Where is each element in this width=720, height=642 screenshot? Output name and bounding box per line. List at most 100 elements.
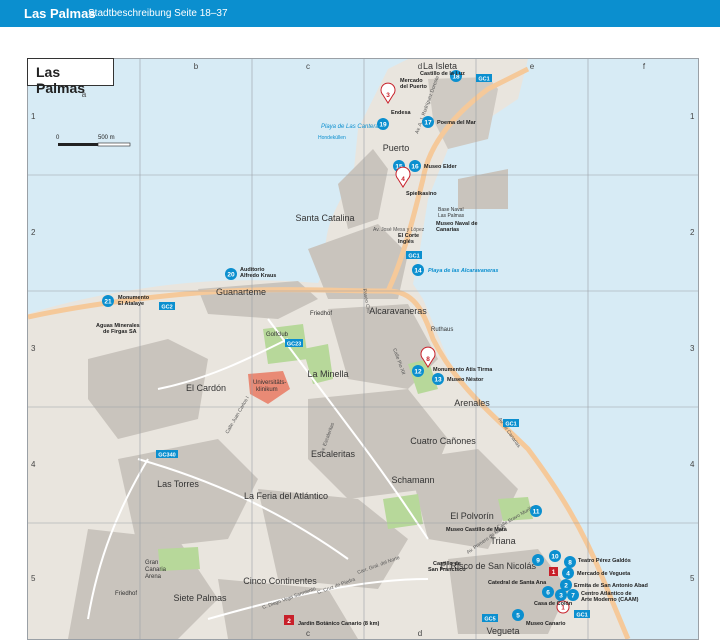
district-cinco-continentes: Cinco Continentes <box>243 576 317 586</box>
svg-text:3: 3 <box>559 593 563 600</box>
city-map[interactable]: a b c d e f c d 1 2 3 4 5 1 2 3 4 5 0 50… <box>27 58 699 640</box>
district-el-cardon: El Cardón <box>186 383 226 393</box>
poi-12[interactable]: 12 <box>412 365 424 377</box>
label-catedral: Catedral de Santa Ana <box>488 580 547 586</box>
label-castillo: Castillo de la Luz <box>420 71 465 77</box>
label-friedhof: Friedhof <box>310 311 332 317</box>
svg-text:11: 11 <box>533 509 540 516</box>
district-cuatro-canones: Cuatro Cañones <box>410 436 476 446</box>
label-endesa: Endesa <box>391 110 412 116</box>
label-friedhof2: Friedhof <box>115 591 137 597</box>
badge-gc5: GC5 <box>484 617 495 623</box>
svg-text:9: 9 <box>536 558 540 565</box>
poi-1-red[interactable]: 1 <box>549 567 558 576</box>
district-alcaravaneras: Alcaravaneras <box>369 306 427 316</box>
label-museonaval2: Canarias <box>436 227 459 233</box>
header-city: Las Palmas <box>24 6 96 21</box>
poi-3b[interactable]: 3 <box>555 589 567 601</box>
svg-text:8: 8 <box>426 356 430 363</box>
badge-gc1-mid: GC1 <box>408 254 419 260</box>
grid-row-4: 4 <box>31 460 36 469</box>
badge-gc23: GC23 <box>287 342 301 348</box>
poi-16[interactable]: 16 <box>409 160 421 172</box>
scale-distance: 500 m <box>98 135 115 141</box>
svg-text:10: 10 <box>551 554 559 561</box>
poi-11[interactable]: 11 <box>530 505 542 517</box>
header-bar: Las Palmas Stadtbeschreibung Seite 18–37 <box>0 0 720 27</box>
svg-text:13: 13 <box>434 377 442 384</box>
header-subtitle: Stadtbeschreibung Seite 18–37 <box>88 8 228 19</box>
svg-text:16: 16 <box>411 164 419 171</box>
label-caam2: Arte Moderno (CAAM) <box>581 597 639 603</box>
label-atis: Monumento Atis Tirma <box>433 367 493 373</box>
label-alcaravaneras-beach: Playa de las Alcaravaneras <box>428 268 498 274</box>
grid-row-2: 2 <box>31 228 36 237</box>
label-mata: Museo Castillo de Mata <box>446 527 508 533</box>
district-siete-palmas: Siete Palmas <box>173 593 227 603</box>
label-botanico: Jardín Botánico Canario (8 km) <box>298 621 379 627</box>
svg-text:12: 12 <box>414 369 422 376</box>
svg-text:5: 5 <box>516 613 520 620</box>
label-sanfran2: San Francisco <box>428 567 466 573</box>
svg-text:2: 2 <box>564 583 568 590</box>
poi-5[interactable]: 5 <box>512 609 524 621</box>
district-la-minella: La Minella <box>307 369 348 379</box>
label-mercado2: del Puerto <box>400 84 428 90</box>
label-uni1: Universitäts- <box>253 380 286 386</box>
svg-text:19: 19 <box>379 122 387 129</box>
poi-9[interactable]: 9 <box>532 554 544 566</box>
poi-20[interactable]: 20 <box>225 268 237 280</box>
badge-gc1-east: GC1 <box>505 422 516 428</box>
grid-row-3: 3 <box>31 344 36 353</box>
grid-row-3-right: 3 <box>690 344 695 353</box>
poi-6[interactable]: 6 <box>542 586 554 598</box>
svg-text:4: 4 <box>566 571 570 578</box>
badge-gc1-south: GC1 <box>576 613 587 619</box>
map-svg[interactable]: a b c d e f c d 1 2 3 4 5 1 2 3 4 5 0 50… <box>28 59 698 639</box>
poi-19[interactable]: 19 <box>377 118 389 130</box>
grid-col-d-bottom: d <box>418 629 422 638</box>
label-gcarena2: Canaria <box>145 567 167 573</box>
poi-17[interactable]: 17 <box>422 116 434 128</box>
label-uni2: klinikum <box>256 387 278 393</box>
grid-row-1: 1 <box>31 112 36 121</box>
label-basenaval2: Las Palmas <box>438 213 465 219</box>
label-gcarena1: Gran <box>145 560 158 566</box>
label-nestor: Museo Néstor <box>447 377 484 383</box>
district-arenales: Arenales <box>454 398 490 408</box>
svg-text:2: 2 <box>287 618 291 625</box>
grid-col-b: b <box>194 62 199 71</box>
poi-21[interactable]: 21 <box>102 295 114 307</box>
poi-7[interactable]: 7 <box>567 589 579 601</box>
poi-14[interactable]: 14 <box>412 264 424 276</box>
district-puerto: Puerto <box>383 143 410 153</box>
svg-text:7: 7 <box>571 593 575 600</box>
poi-8b[interactable]: 8 <box>564 556 576 568</box>
grid-col-c-bottom: c <box>306 629 310 638</box>
district-vegueta: Vegueta <box>486 626 519 636</box>
label-auditorio2: Alfredo Kraus <box>240 273 276 279</box>
poi-2-botanico[interactable]: 2 <box>284 615 294 625</box>
svg-text:17: 17 <box>424 120 432 127</box>
district-santa-catalina: Santa Catalina <box>295 213 354 223</box>
label-poema: Poema del Mar <box>437 120 477 126</box>
label-golf: Golfclub <box>266 332 289 338</box>
label-ruthaus: Ruthaus <box>431 327 453 333</box>
label-galdos: Teatro Pérez Galdós <box>578 558 631 564</box>
grid-col-d: d <box>418 62 422 71</box>
grid-col-c: c <box>306 62 310 71</box>
district-el-polvorin: El Polvorín <box>450 511 494 521</box>
label-atalaye2: El Atalaye <box>118 301 144 307</box>
district-las-torres: Las Torres <box>157 479 199 489</box>
label-canario: Museo Canario <box>526 621 566 627</box>
svg-text:20: 20 <box>227 272 235 279</box>
svg-text:14: 14 <box>414 268 422 275</box>
label-elder: Museo Elder <box>424 164 458 170</box>
label-gcarena3: Arena <box>145 574 162 580</box>
poi-4b[interactable]: 4 <box>562 567 574 579</box>
label-ermita: Ermita de San Antonio Abad <box>574 583 648 589</box>
poi-10[interactable]: 10 <box>549 550 561 562</box>
badge-gc2: GC2 <box>161 305 172 311</box>
grid-row-5-right: 5 <box>690 574 695 583</box>
poi-13[interactable]: 13 <box>432 373 444 385</box>
